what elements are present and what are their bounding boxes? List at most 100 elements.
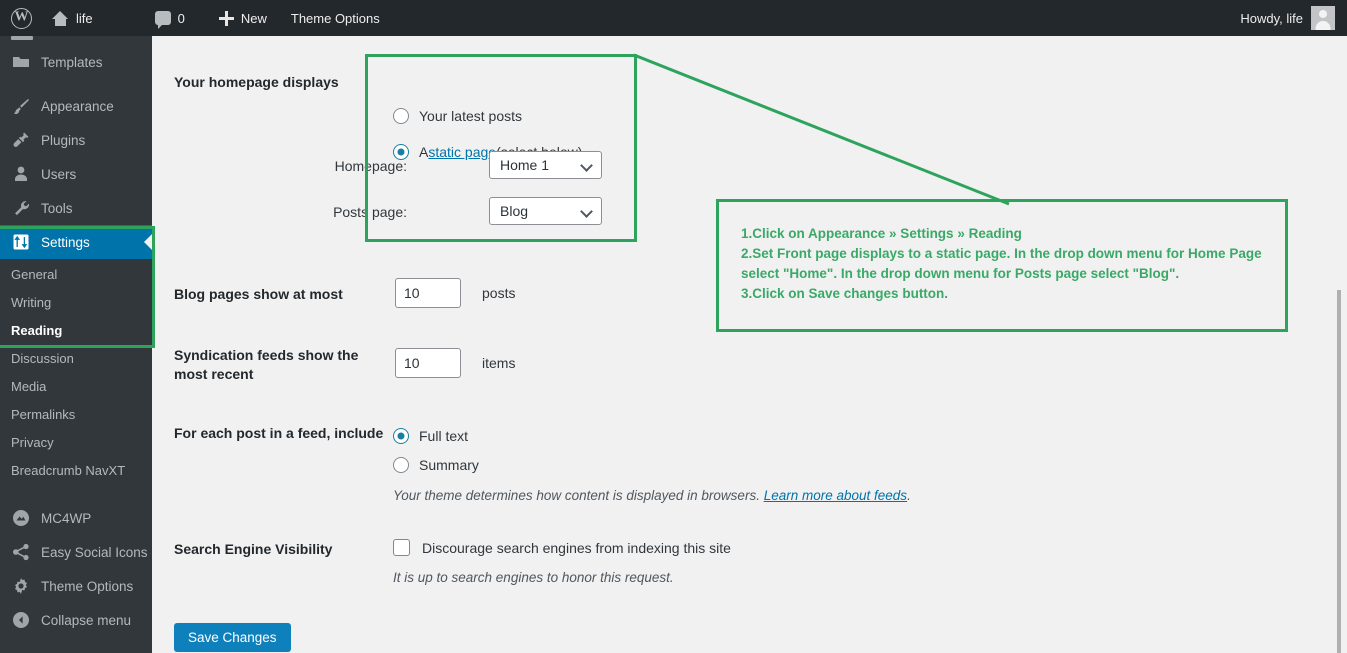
sidebar-item-label: Collapse menu	[41, 612, 132, 628]
sidebar-item-label: Plugins	[41, 132, 86, 148]
new-label: New	[240, 10, 267, 26]
admin-sidebar-menu: Templates Appearance Plugins Users Tools…	[0, 36, 152, 653]
gear-icon	[11, 576, 31, 596]
sidebar-item-label: Easy Social Icons	[41, 544, 148, 560]
theme-options-menu[interactable]: Theme Options	[282, 0, 389, 36]
feed-help-text: Your theme determines how content is dis…	[393, 488, 911, 503]
sidebar-item-label: Settings	[41, 234, 90, 250]
radio-summary[interactable]	[393, 457, 409, 473]
share-icon	[11, 542, 31, 562]
submenu-item-permalinks[interactable]: Permalinks	[0, 401, 152, 429]
submenu-item-general[interactable]: General	[0, 261, 152, 289]
menu-separator	[0, 79, 152, 89]
unit-items: items	[482, 355, 516, 371]
label-feed-include: For each post in a feed, include	[174, 425, 384, 441]
save-changes-button[interactable]: Save Changes	[174, 623, 291, 652]
search-visibility-help-text: It is up to search engines to honor this…	[393, 570, 674, 585]
checkbox-discourage-row[interactable]: Discourage search engines from indexing …	[393, 539, 731, 556]
radio-summary-row[interactable]: Summary	[393, 457, 479, 473]
collapse-menu-button[interactable]: Collapse menu	[0, 603, 152, 637]
annotation-instructions-text: 1.Click on Appearance » Settings » Readi…	[741, 226, 1262, 301]
sidebar-item-label: Appearance	[41, 98, 114, 114]
select-posts-page[interactable]: Blog	[489, 197, 602, 225]
page-scrollbar-track[interactable]	[1331, 36, 1347, 653]
feed-help-suffix: .	[907, 488, 911, 503]
sidebar-item-templates[interactable]: Templates	[0, 45, 152, 79]
settings-sliders-icon	[11, 232, 31, 252]
wp-logo-menu[interactable]	[0, 0, 43, 36]
wrench-icon	[11, 198, 31, 218]
comment-bubble-icon	[154, 11, 171, 29]
select-homepage[interactable]: Home 1	[489, 151, 602, 179]
label-homepage-select: Homepage:	[334, 158, 407, 174]
select-homepage-value: Home 1	[500, 157, 550, 173]
sidebar-item-appearance[interactable]: Appearance	[0, 89, 152, 123]
mailchimp-icon	[11, 508, 31, 528]
admin-bar: life 0 New Theme Options Howdy, life	[0, 0, 1347, 36]
comments-menu[interactable]: 0	[146, 0, 194, 36]
site-name-menu[interactable]: life	[43, 0, 102, 36]
collapse-arrow-icon	[11, 610, 31, 630]
radio-latest-posts-label: Your latest posts	[419, 108, 522, 124]
folder-icon	[11, 52, 31, 72]
wordpress-logo-icon	[11, 7, 32, 29]
sidebar-item-tools[interactable]: Tools	[0, 191, 152, 225]
unit-posts: posts	[482, 285, 516, 301]
settings-submenu: General Writing Reading Discussion Media…	[0, 259, 152, 491]
static-page-link[interactable]: static page	[428, 144, 496, 160]
submenu-item-writing[interactable]: Writing	[0, 289, 152, 317]
label-syndication-feeds: Syndication feeds show the most recent	[174, 347, 359, 382]
feed-help-prefix: Your theme determines how content is dis…	[393, 488, 764, 503]
sidebar-item-easy-social-icons[interactable]: Easy Social Icons	[0, 535, 152, 569]
menu-separator	[0, 491, 152, 501]
submenu-item-media[interactable]: Media	[0, 373, 152, 401]
radio-summary-label: Summary	[419, 457, 479, 473]
user-avatar-icon[interactable]	[1311, 6, 1335, 30]
plug-icon	[11, 130, 31, 150]
annotation-instructions-box: 1.Click on Appearance » Settings » Readi…	[716, 199, 1288, 332]
site-title: life	[76, 10, 93, 26]
input-syndication-count[interactable]	[395, 348, 461, 378]
sidebar-item-theme-options[interactable]: Theme Options	[0, 569, 152, 603]
chevron-down-icon	[582, 206, 593, 217]
theme-options-label: Theme Options	[290, 10, 380, 26]
radio-latest-posts-row[interactable]: Your latest posts	[393, 108, 522, 124]
home-icon	[52, 10, 69, 26]
radio-static-page-prefix: A	[419, 144, 429, 160]
howdy-label: Howdy, life	[1240, 10, 1303, 26]
submenu-item-breadcrumb-navxt[interactable]: Breadcrumb NavXT	[0, 457, 152, 485]
learn-more-about-feeds-link[interactable]: Learn more about feeds	[764, 488, 907, 503]
checkbox-discourage-label: Discourage search engines from indexing …	[422, 539, 731, 556]
my-account-menu[interactable]: Howdy, life	[1231, 0, 1303, 36]
submenu-item-discussion[interactable]: Discussion	[0, 345, 152, 373]
sidebar-item-plugins[interactable]: Plugins	[0, 123, 152, 157]
label-search-engine-visibility: Search Engine Visibility	[174, 541, 333, 557]
input-blog-pages-count[interactable]	[395, 278, 461, 308]
label-homepage-displays: Your homepage displays	[174, 74, 339, 90]
paintbrush-icon	[11, 96, 31, 116]
submenu-item-reading[interactable]: Reading	[0, 317, 152, 345]
sidebar-item-label: Theme Options	[41, 578, 134, 594]
label-blog-pages-show-at-most: Blog pages show at most	[174, 286, 343, 302]
menu-item-partial-above	[0, 36, 152, 45]
page-scrollbar-thumb[interactable]	[1337, 290, 1341, 653]
sidebar-item-settings[interactable]: Settings	[0, 225, 152, 259]
radio-full-text-row[interactable]: Full text	[393, 428, 468, 444]
plus-icon	[218, 10, 234, 26]
chevron-down-icon	[582, 160, 593, 171]
wordpress-admin-screen: life 0 New Theme Options Howdy, life Tem…	[0, 0, 1347, 653]
comment-count: 0	[177, 10, 185, 26]
radio-your-latest-posts[interactable]	[393, 108, 409, 124]
radio-full-text-label: Full text	[419, 428, 469, 444]
radio-full-text[interactable]	[393, 428, 409, 444]
checkbox-discourage-search-engines[interactable]	[393, 539, 410, 556]
sidebar-item-users[interactable]: Users	[0, 157, 152, 191]
label-posts-page-select: Posts page:	[333, 204, 407, 220]
select-posts-page-value: Blog	[500, 203, 529, 219]
sidebar-item-label: Tools	[41, 200, 73, 216]
sidebar-item-mc4wp[interactable]: MC4WP	[0, 501, 152, 535]
submenu-item-privacy[interactable]: Privacy	[0, 429, 152, 457]
user-icon	[11, 164, 31, 184]
new-content-menu[interactable]: New	[210, 0, 276, 36]
sidebar-item-label: MC4WP	[41, 510, 92, 526]
